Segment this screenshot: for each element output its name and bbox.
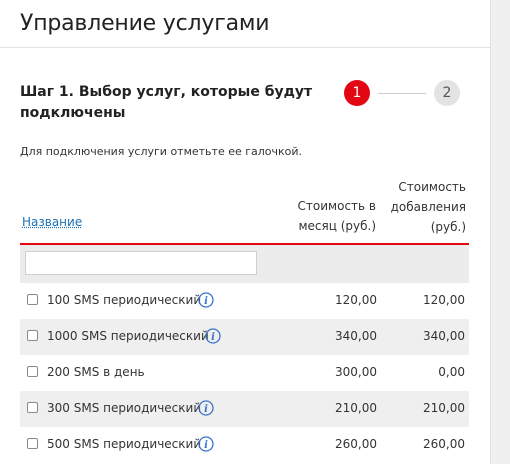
step-indicator-next: 2	[434, 80, 460, 106]
monthly-cost: 300,00	[335, 365, 377, 379]
monthly-cost: 120,00	[335, 293, 377, 307]
service-name: 300 SMS периодический	[47, 401, 202, 415]
svg-text:i: i	[204, 404, 208, 415]
add-cost: 120,00	[423, 293, 465, 307]
table-row: 500 SMS периодический i 260,00 260,00	[20, 427, 469, 463]
service-name: 100 SMS периодический	[47, 293, 202, 307]
service-checkbox[interactable]	[27, 294, 38, 305]
filter-row	[20, 245, 469, 283]
svg-text:i: i	[211, 332, 215, 343]
monthly-cost: 260,00	[335, 437, 377, 451]
step-title: Шаг 1. Выбор услуг, которые будут подклю…	[20, 84, 313, 121]
column-header-add-cost: Стоимость добавления (руб.)	[390, 180, 466, 234]
service-name: 500 SMS периодический	[47, 437, 202, 451]
info-icon[interactable]: i	[198, 436, 214, 452]
service-checkbox[interactable]	[27, 330, 38, 341]
svg-text:i: i	[204, 440, 208, 451]
service-checkbox[interactable]	[27, 366, 38, 377]
column-header-monthly-cost: Стоимость в месяц (руб.)	[297, 199, 376, 233]
name-filter-input[interactable]	[25, 251, 257, 275]
step-indicator-current: 1	[344, 80, 370, 106]
service-name: 1000 SMS периодический	[47, 329, 209, 343]
sort-by-name-link[interactable]: Название	[22, 215, 82, 229]
table-row: 300 SMS периодический i 210,00 210,00	[20, 391, 469, 427]
add-cost: 210,00	[423, 401, 465, 415]
svg-text:i: i	[204, 296, 208, 307]
services-panel: Управление услугами Шаг 1. Выбор услуг, …	[0, 0, 490, 464]
step-connector	[378, 93, 426, 94]
scrollbar-track[interactable]	[490, 0, 510, 464]
title-divider	[0, 47, 490, 48]
page-title: Управление услугами	[20, 11, 270, 36]
info-icon[interactable]: i	[198, 292, 214, 308]
info-icon[interactable]: i	[205, 328, 221, 344]
monthly-cost: 210,00	[335, 401, 377, 415]
table-row: 200 SMS в день 300,00 0,00	[20, 355, 469, 391]
info-icon[interactable]: i	[198, 400, 214, 416]
service-name: 200 SMS в день	[47, 365, 145, 379]
monthly-cost: 340,00	[335, 329, 377, 343]
add-cost: 260,00	[423, 437, 465, 451]
instruction-text: Для подключения услуги отметьте ее галоч…	[20, 145, 303, 158]
service-checkbox[interactable]	[27, 438, 38, 449]
table-row: 100 SMS периодический i 120,00 120,00	[20, 283, 469, 319]
service-checkbox[interactable]	[27, 402, 38, 413]
add-cost: 0,00	[438, 365, 465, 379]
add-cost: 340,00	[423, 329, 465, 343]
table-row: 1000 SMS периодический i 340,00 340,00	[20, 319, 469, 355]
